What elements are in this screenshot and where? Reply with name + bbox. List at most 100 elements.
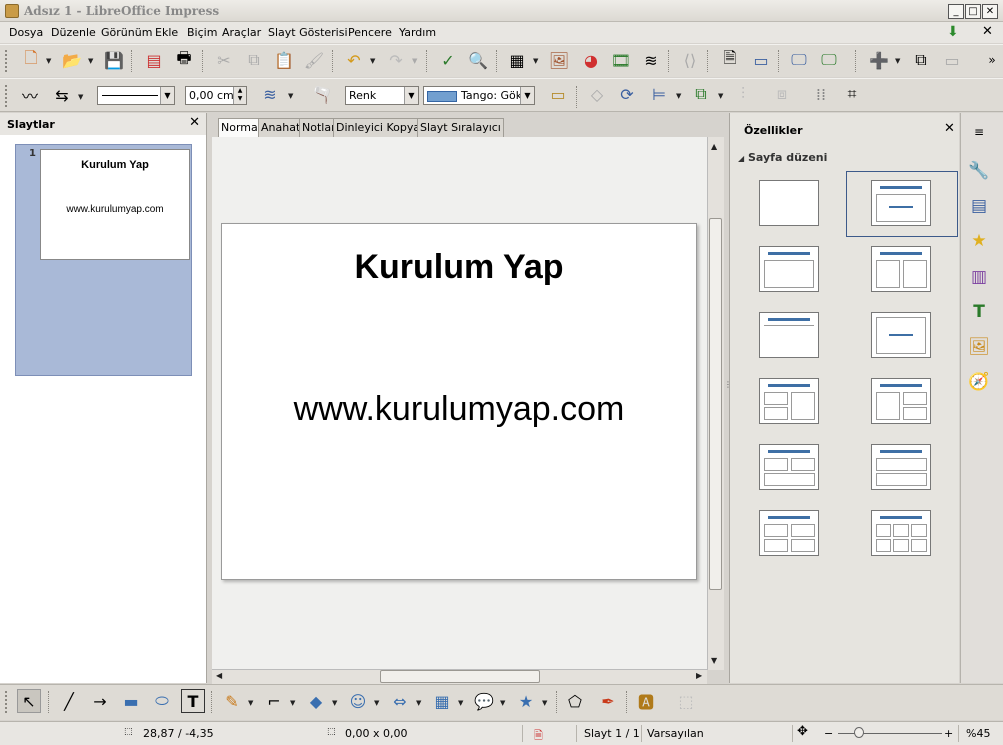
tab-normal[interactable]: Normal xyxy=(218,118,264,138)
line-icon[interactable]: 〰 xyxy=(18,83,42,107)
update-download-icon[interactable]: ⬇ xyxy=(947,24,959,40)
animation-star-icon[interactable]: ★ xyxy=(968,230,990,252)
grid-icon[interactable]: ⁞⁞ xyxy=(809,82,833,106)
line-color-dropdown-icon[interactable]: ▼ xyxy=(288,92,293,100)
spellcheck-icon[interactable]: ✓ xyxy=(436,48,460,72)
collapse-triangle-icon[interactable]: ◢ xyxy=(738,154,744,163)
redo-dropdown-icon[interactable]: ▼ xyxy=(412,57,417,65)
rotate-icon[interactable]: ⟳ xyxy=(615,82,639,106)
fontwork-gallery-icon[interactable]: 🅰 xyxy=(634,689,658,713)
glue-points-icon[interactable]: ✒ xyxy=(596,689,620,713)
new-dropdown-icon[interactable]: ▼ xyxy=(46,57,51,65)
menu-dosya[interactable]: Dosya xyxy=(9,26,43,39)
zoom-in-button[interactable]: + xyxy=(944,727,953,740)
line-width-field[interactable]: 0,00 cm ▲ ▼ xyxy=(185,86,247,105)
rectangle-icon[interactable]: ▬ xyxy=(119,689,143,713)
table-icon[interactable]: ▦ xyxy=(505,48,529,72)
slide-transition-icon[interactable]: ▥ xyxy=(968,266,990,288)
save-icon[interactable]: 💾 xyxy=(102,48,126,72)
chevron-down-icon[interactable]: ▼ xyxy=(160,87,174,104)
horizontal-scroll-thumb[interactable] xyxy=(380,670,540,683)
stars-dropdown-icon[interactable]: ▼ xyxy=(542,699,547,707)
area-style-select[interactable]: Renk ▼ xyxy=(345,86,419,105)
basic-shapes-icon[interactable]: ◆ xyxy=(304,689,328,713)
master-slides-icon[interactable]: ▤ xyxy=(968,195,990,217)
layout-title-content-over-content[interactable] xyxy=(871,444,931,490)
scroll-left-icon[interactable]: ◀ xyxy=(216,671,222,680)
block-arrows-icon[interactable]: ⇔ xyxy=(388,689,412,713)
maximize-button[interactable]: □ xyxy=(965,4,981,19)
menu-araclar[interactable]: Araçlar xyxy=(222,26,261,39)
layout-title-two-content[interactable] xyxy=(871,246,931,292)
print-icon[interactable]: 🖶 xyxy=(172,48,196,72)
slideshow-current-icon[interactable]: 🖵 xyxy=(817,48,841,72)
sidebar-menu-icon[interactable]: ≡ xyxy=(968,121,990,143)
layouts-section-header[interactable]: ◢ Sayfa düzeni xyxy=(738,151,827,164)
menu-bicim[interactable]: Biçim xyxy=(187,26,217,39)
close-window-button[interactable]: ✕ xyxy=(982,4,998,19)
start-slideshow-icon[interactable]: 🖵 xyxy=(787,48,811,72)
edit-points-icon[interactable]: ⬠ xyxy=(563,689,587,713)
menu-pencere[interactable]: Pencere xyxy=(348,26,392,39)
layout-title-slide[interactable] xyxy=(871,180,931,226)
callouts-dropdown-icon[interactable]: ▼ xyxy=(500,699,505,707)
group-icon[interactable]: ⧈ xyxy=(770,82,794,106)
image-icon[interactable]: 🖼 xyxy=(547,48,571,72)
points-icon[interactable]: ◇ xyxy=(585,82,609,106)
menu-ekle[interactable]: Ekle xyxy=(155,26,178,39)
slide-thumbnail[interactable]: 1 Kurulum Yap www.kurulumyap.com xyxy=(15,144,192,376)
layout-blank[interactable] xyxy=(759,180,819,226)
paste-icon[interactable]: 📋 xyxy=(272,48,296,72)
duplicate-slide-icon[interactable]: ⧉ xyxy=(909,48,933,72)
gallery-icon[interactable]: 🖼 xyxy=(968,336,990,358)
slide-layout-icon[interactable]: ▭ xyxy=(749,48,773,72)
media-icon[interactable]: 🎞 xyxy=(609,48,633,72)
curve-icon[interactable]: ✎ xyxy=(220,689,244,713)
crop-icon[interactable]: ⌗ xyxy=(840,82,864,106)
line-tool-icon[interactable]: ╱ xyxy=(57,689,81,713)
menu-slayt-gosterisi[interactable]: Slayt Gösterisi xyxy=(268,26,348,39)
layout-centered-text[interactable] xyxy=(871,312,931,358)
callouts-icon[interactable]: 💬 xyxy=(472,689,496,713)
line-color-icon[interactable]: ≋ xyxy=(258,82,282,106)
layout-title-2content-over-content[interactable] xyxy=(759,444,819,490)
slide-title[interactable]: Kurulum Yap xyxy=(222,248,696,287)
close-icon[interactable]: ✕ xyxy=(189,115,200,130)
area-icon[interactable]: 🫗 xyxy=(310,82,334,106)
navigator-compass-icon[interactable]: 🧭 xyxy=(968,371,990,393)
minimize-button[interactable]: _ xyxy=(948,4,964,19)
chevron-down-icon[interactable]: ▼ xyxy=(520,87,534,104)
arrange-icon[interactable]: ⧉ xyxy=(689,82,713,106)
toolbar-grip[interactable] xyxy=(5,85,9,107)
navigator-icon[interactable]: 🗎 xyxy=(718,48,742,72)
fontwork-icon[interactable]: ≋ xyxy=(639,48,663,72)
new-slide-dropdown-icon[interactable]: ▼ xyxy=(895,57,900,65)
close-icon[interactable]: ✕ xyxy=(944,121,955,136)
symbol-shapes-dropdown-icon[interactable]: ▼ xyxy=(374,699,379,707)
arrow-style-dropdown-icon[interactable]: ▼ xyxy=(78,93,83,101)
properties-wrench-icon[interactable]: 🔧 xyxy=(968,160,990,182)
zoom-slider-knob[interactable] xyxy=(854,727,864,738)
arrow-line-icon[interactable]: → xyxy=(88,689,112,713)
scroll-down-icon[interactable]: ▼ xyxy=(711,656,717,665)
undo-dropdown-icon[interactable]: ▼ xyxy=(370,57,375,65)
extrusion-icon[interactable]: ⬚ xyxy=(674,689,698,713)
styles-icon[interactable]: T xyxy=(968,301,990,323)
layout-title-only[interactable] xyxy=(759,312,819,358)
align-icon[interactable]: ⊨ xyxy=(647,82,671,106)
new-slide-icon[interactable]: ➕ xyxy=(867,48,891,72)
symbol-shapes-icon[interactable]: ☺ xyxy=(346,689,370,713)
vertical-scroll-thumb[interactable] xyxy=(709,218,722,590)
chevron-down-icon[interactable]: ▼ xyxy=(404,87,418,104)
menu-duzenle[interactable]: Düzenle xyxy=(51,26,96,39)
redo-icon[interactable]: ↷ xyxy=(384,48,408,72)
ellipse-icon[interactable]: ⬭ xyxy=(150,689,174,713)
copy-icon[interactable]: ⧉ xyxy=(242,48,266,72)
close-document-button[interactable]: ✕ xyxy=(982,24,993,39)
scroll-right-icon[interactable]: ▶ xyxy=(696,671,702,680)
fit-slide-icon[interactable]: ✥ xyxy=(797,724,808,739)
shadow-icon[interactable]: ▭ xyxy=(546,82,570,106)
zoom-out-button[interactable]: − xyxy=(824,727,833,740)
toolbar-grip[interactable] xyxy=(5,50,9,72)
stars-icon[interactable]: ★ xyxy=(514,689,538,713)
